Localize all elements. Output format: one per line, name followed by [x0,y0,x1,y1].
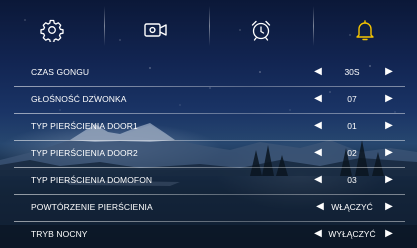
setting-row-ring-type-door2[interactable]: TYP PIERŚCIENIA DOOR2 ◀ 02 ▶ [0,141,417,168]
video-camera-icon [143,20,169,40]
alarm-clock-icon [249,18,273,42]
increase-arrow-button[interactable]: ▶ [383,174,395,186]
tab-alarm-settings[interactable] [208,0,313,60]
tab-ring-settings[interactable] [312,0,417,60]
setting-row-ring-repeat[interactable]: POWTÓRZENIE PIERŚCIENIA ◀ WŁĄCZYĆ ▶ [0,195,417,222]
setting-label: POWTÓRZENIE PIERŚCIENIA [31,202,153,212]
settings-list: CZAS GONGU ◀ 30S ▶ GŁOŚNOŚĆ DZWONKA ◀ 07… [0,60,417,248]
setting-label: TYP PIERŚCIENIA DOMOFON [31,175,153,185]
increase-arrow-button[interactable]: ▶ [383,66,395,78]
setting-row-ring-volume[interactable]: GŁOŚNOŚĆ DZWONKA ◀ 07 ▶ [0,87,417,114]
setting-value: 30S [344,67,360,77]
tab-video-settings[interactable] [104,0,208,60]
setting-row-ring-type-door1[interactable]: TYP PIERŚCIENIA DOOR1 ◀ 01 ▶ [0,114,417,141]
increase-arrow-button[interactable]: ▶ [383,93,395,105]
setting-label: GŁOŚNOŚĆ DZWONKA [31,94,127,104]
setting-value: WYŁĄCZYĆ [328,229,376,239]
gear-icon [40,18,64,42]
setting-row-chime-time[interactable]: CZAS GONGU ◀ 30S ▶ [0,60,417,87]
increase-arrow-button[interactable]: ▶ [383,201,395,213]
setting-value: WŁĄCZYĆ [331,202,373,212]
settings-screen: CZAS GONGU ◀ 30S ▶ GŁOŚNOŚĆ DZWONKA ◀ 07… [0,0,417,248]
setting-row-ring-type-intercom[interactable]: TYP PIERŚCIENIA DOMOFON ◀ 03 ▶ [0,168,417,195]
setting-value: 03 [347,175,357,185]
category-tab-bar [0,0,417,60]
increase-arrow-button[interactable]: ▶ [383,120,395,132]
tab-general-settings[interactable] [0,0,104,60]
setting-value: 02 [347,148,357,158]
setting-label: CZAS GONGU [31,67,90,77]
setting-value: 01 [347,121,357,131]
setting-row-night-mode[interactable]: TRYB NOCNY ◀ WYŁĄCZYĆ ▶ [0,222,417,248]
setting-label: TYP PIERŚCIENIA DOOR1 [31,121,138,131]
setting-label: TRYB NOCNY [31,229,88,239]
bell-icon [353,18,377,42]
setting-value: 07 [347,94,357,104]
setting-label: TYP PIERŚCIENIA DOOR2 [31,148,138,158]
increase-arrow-button[interactable]: ▶ [383,147,395,159]
increase-arrow-button[interactable]: ▶ [383,228,395,240]
